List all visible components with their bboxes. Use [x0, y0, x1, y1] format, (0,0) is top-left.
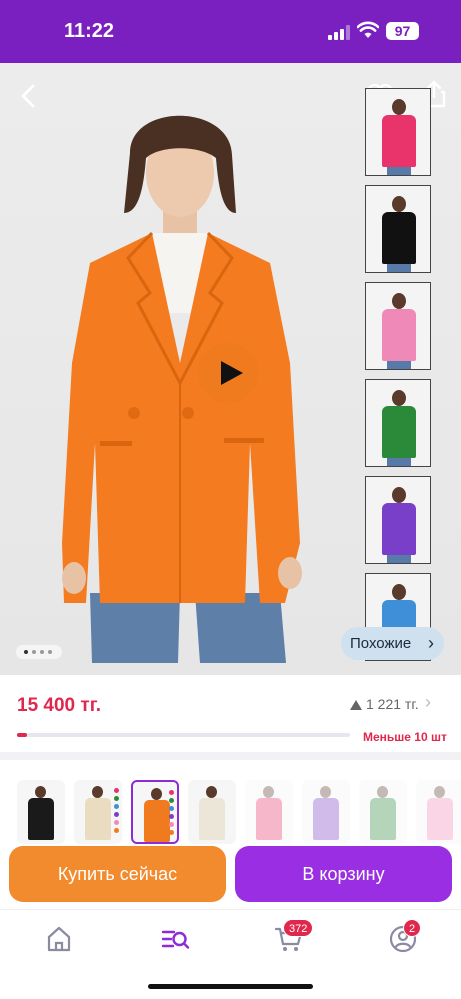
thumbnail-pink-blazer[interactable] — [365, 88, 431, 176]
color-thumbnail-strip — [365, 88, 431, 670]
product-photo — [62, 115, 302, 663]
reviews-count-value: 1 221 тг. — [366, 696, 419, 712]
chevron-right-icon: › — [428, 633, 434, 653]
thumbnail-black-blazer[interactable] — [365, 185, 431, 273]
variant-option[interactable] — [74, 780, 122, 844]
cellular-signal-icon — [328, 24, 352, 40]
chevron-right-icon[interactable]: › — [425, 692, 431, 713]
product-price: 15 400 тг. — [17, 695, 101, 716]
buy-now-button[interactable]: Купить сейчас — [9, 846, 226, 902]
variant-option[interactable] — [302, 780, 350, 844]
price-section: 15 400 тг. 1 221 тг. › Меньше 10 шт — [0, 675, 461, 760]
similar-products-button[interactable]: Похожие › — [341, 627, 444, 660]
variant-option[interactable] — [245, 780, 293, 844]
notifications-badge: 2 — [403, 919, 422, 937]
variant-option[interactable] — [359, 780, 407, 844]
stock-progress-fill — [17, 733, 27, 737]
wifi-icon — [357, 21, 379, 38]
play-video-button[interactable] — [198, 343, 258, 403]
catalog-search-icon[interactable] — [160, 924, 190, 954]
cart-count-badge: 372 — [283, 919, 314, 937]
product-gallery[interactable]: Похожие › — [0, 63, 461, 675]
thumbnail-light-pink-blazer[interactable] — [365, 282, 431, 370]
add-to-cart-button[interactable]: В корзину — [235, 846, 452, 902]
status-bar: 11:22 97 — [0, 0, 461, 63]
variant-option[interactable] — [188, 780, 236, 844]
thumbnail-purple-blazer[interactable] — [365, 476, 431, 564]
stock-status: Меньше 10 шт — [363, 730, 447, 744]
variant-option-selected[interactable] — [131, 780, 179, 844]
status-time: 11:22 — [64, 20, 115, 42]
image-pagination-dots — [16, 645, 62, 659]
action-bar: Купить сейчас В корзину — [0, 845, 461, 903]
reviews-count[interactable]: 1 221 тг. — [350, 696, 419, 712]
variant-option[interactable] — [416, 780, 461, 844]
home-indicator — [148, 984, 313, 989]
stock-progress-bar — [17, 733, 350, 737]
similar-products-label: Похожие — [350, 635, 412, 652]
back-arrow-icon[interactable] — [14, 81, 44, 111]
battery-indicator: 97 — [386, 22, 419, 40]
triangle-icon — [350, 700, 362, 710]
home-icon[interactable] — [44, 924, 74, 954]
variant-option[interactable] — [17, 780, 65, 844]
thumbnail-green-blazer[interactable] — [365, 379, 431, 467]
